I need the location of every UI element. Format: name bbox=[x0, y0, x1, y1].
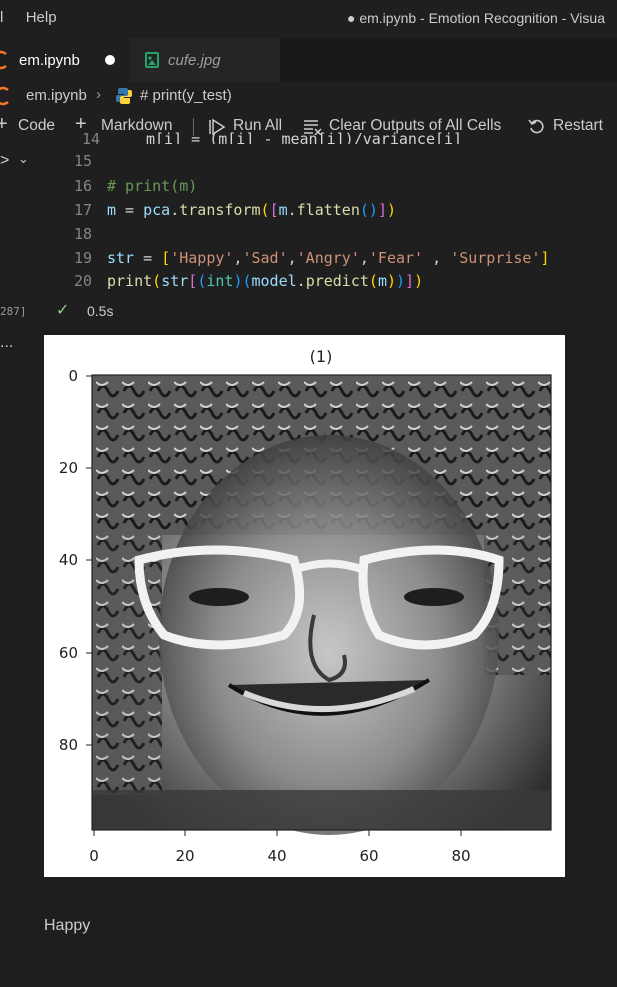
execution-count: 287] bbox=[0, 305, 27, 318]
x-axis: 0 20 40 60 80 bbox=[89, 830, 471, 865]
code-text: m = pca.transform([m.flatten()]) bbox=[107, 201, 396, 219]
unsaved-dot-icon[interactable] bbox=[105, 55, 115, 65]
code-text: m[i] = (m[i] - mean[i])/variance[i] bbox=[146, 130, 463, 144]
add-icon: + bbox=[0, 113, 8, 135]
menu-bar: l Help bbox=[0, 9, 57, 26]
chevron-right-icon: › bbox=[96, 86, 101, 103]
output-menu-ellipsis[interactable]: ... bbox=[0, 334, 13, 352]
window-title: ● em.ipynb - Emotion Recognition - Visua bbox=[347, 10, 605, 26]
line-number: 18 bbox=[73, 225, 92, 243]
code-text: str = ['Happy','Sad','Angry','Fear' , 'S… bbox=[107, 249, 550, 267]
line-number: 16 bbox=[73, 177, 92, 195]
code-text: print(str[(int)(model.predict(m))]) bbox=[107, 272, 424, 290]
tab-cufe-jpg[interactable]: cufe.jpg bbox=[130, 38, 280, 82]
execution-time: 0.5s bbox=[87, 303, 114, 319]
expand-cell-icon[interactable]: > bbox=[0, 152, 9, 170]
plot-title: (1) bbox=[310, 347, 333, 366]
plot-svg: (1) 0 20 40 60 80 0 20 40 60 80 bbox=[59, 347, 552, 865]
add-code-button[interactable]: Code bbox=[18, 117, 55, 135]
y-tick-label: 40 bbox=[59, 551, 78, 569]
line-number: 15 bbox=[73, 152, 92, 170]
matplotlib-figure: (1) 0 20 40 60 80 0 20 40 60 80 bbox=[44, 335, 565, 877]
x-tick-label: 80 bbox=[451, 847, 470, 865]
x-tick-label: 60 bbox=[359, 847, 378, 865]
jupyter-icon bbox=[0, 50, 8, 74]
code-cell-editor[interactable] bbox=[36, 142, 617, 324]
menu-item-help[interactable]: Help bbox=[26, 9, 57, 26]
x-tick-label: 20 bbox=[175, 847, 194, 865]
y-axis: 0 20 40 60 80 bbox=[59, 367, 92, 754]
success-check-icon: ✓ bbox=[56, 302, 70, 319]
line-number: 20 bbox=[73, 272, 92, 290]
menu-item-partial[interactable]: l bbox=[0, 9, 3, 26]
jupyter-icon bbox=[0, 86, 10, 110]
y-tick-label: 0 bbox=[68, 367, 78, 385]
line-number: 17 bbox=[73, 201, 92, 219]
breadcrumb-file[interactable]: em.ipynb bbox=[26, 87, 87, 104]
y-tick-label: 20 bbox=[59, 459, 78, 477]
code-text: # print(m) bbox=[107, 177, 198, 195]
tab-label: cufe.jpg bbox=[168, 52, 221, 69]
x-tick-label: 40 bbox=[267, 847, 286, 865]
python-icon bbox=[115, 87, 133, 109]
breadcrumb: em.ipynb › # print(y_test) bbox=[0, 82, 617, 110]
tab-em-ipynb[interactable]: em.ipynb bbox=[0, 38, 130, 82]
face-image bbox=[92, 375, 551, 835]
line-number: 19 bbox=[73, 249, 92, 267]
chevron-down-icon[interactable]: ⌄ bbox=[18, 151, 29, 167]
tab-label: em.ipynb bbox=[19, 52, 80, 69]
code-line: 14 m[i] = (m[i] - mean[i])/variance[i] bbox=[60, 126, 617, 144]
y-tick-label: 60 bbox=[59, 644, 78, 662]
y-tick-label: 80 bbox=[59, 736, 78, 754]
breadcrumb-cell[interactable]: # print(y_test) bbox=[140, 87, 232, 104]
printed-output: Happy bbox=[44, 917, 91, 934]
x-tick-label: 0 bbox=[89, 847, 99, 865]
image-file-icon bbox=[145, 52, 159, 72]
